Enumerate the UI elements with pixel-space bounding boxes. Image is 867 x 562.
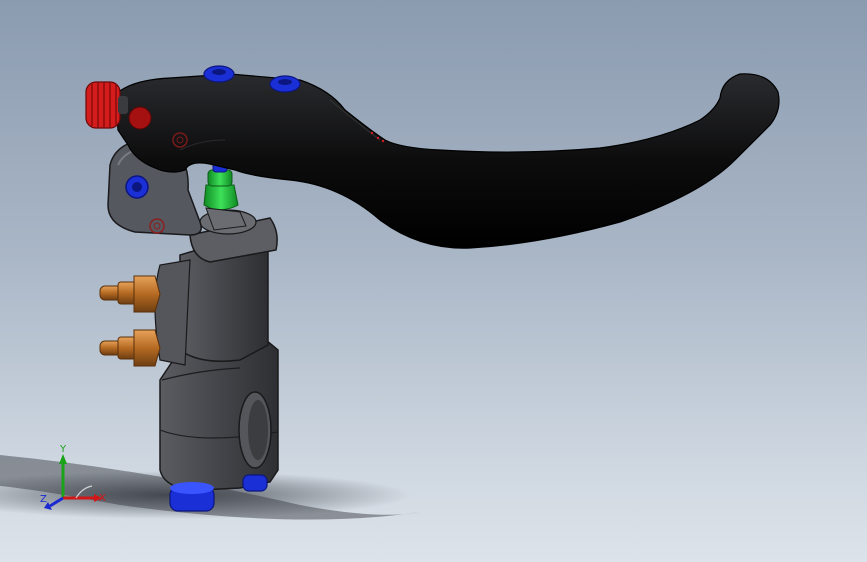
- bleed-fitting-upper[interactable]: [99, 275, 161, 313]
- 3d-viewport[interactable]: Y X Z: [0, 0, 867, 562]
- triad-y-arrow: [59, 454, 67, 464]
- clamp-bolt-left[interactable]: [169, 482, 215, 512]
- coordinate-triad: Y X Z: [40, 444, 106, 510]
- clamp-bolt-right[interactable]: [242, 474, 268, 492]
- cylinder-body[interactable]: [154, 209, 279, 491]
- triad-rotation-arc: [75, 485, 93, 499]
- triad-x-label: X: [99, 493, 106, 504]
- triad-y-label: Y: [59, 444, 67, 455]
- triad-z-axis: [49, 496, 64, 508]
- lever-red-cap: [128, 106, 152, 130]
- model-render[interactable]: [0, 0, 867, 562]
- lever-bolt-rear[interactable]: [269, 75, 301, 93]
- bleed-fitting-lower[interactable]: [99, 329, 161, 367]
- lever-bolt-front[interactable]: [203, 65, 235, 83]
- triad-z-label: Z: [40, 494, 47, 505]
